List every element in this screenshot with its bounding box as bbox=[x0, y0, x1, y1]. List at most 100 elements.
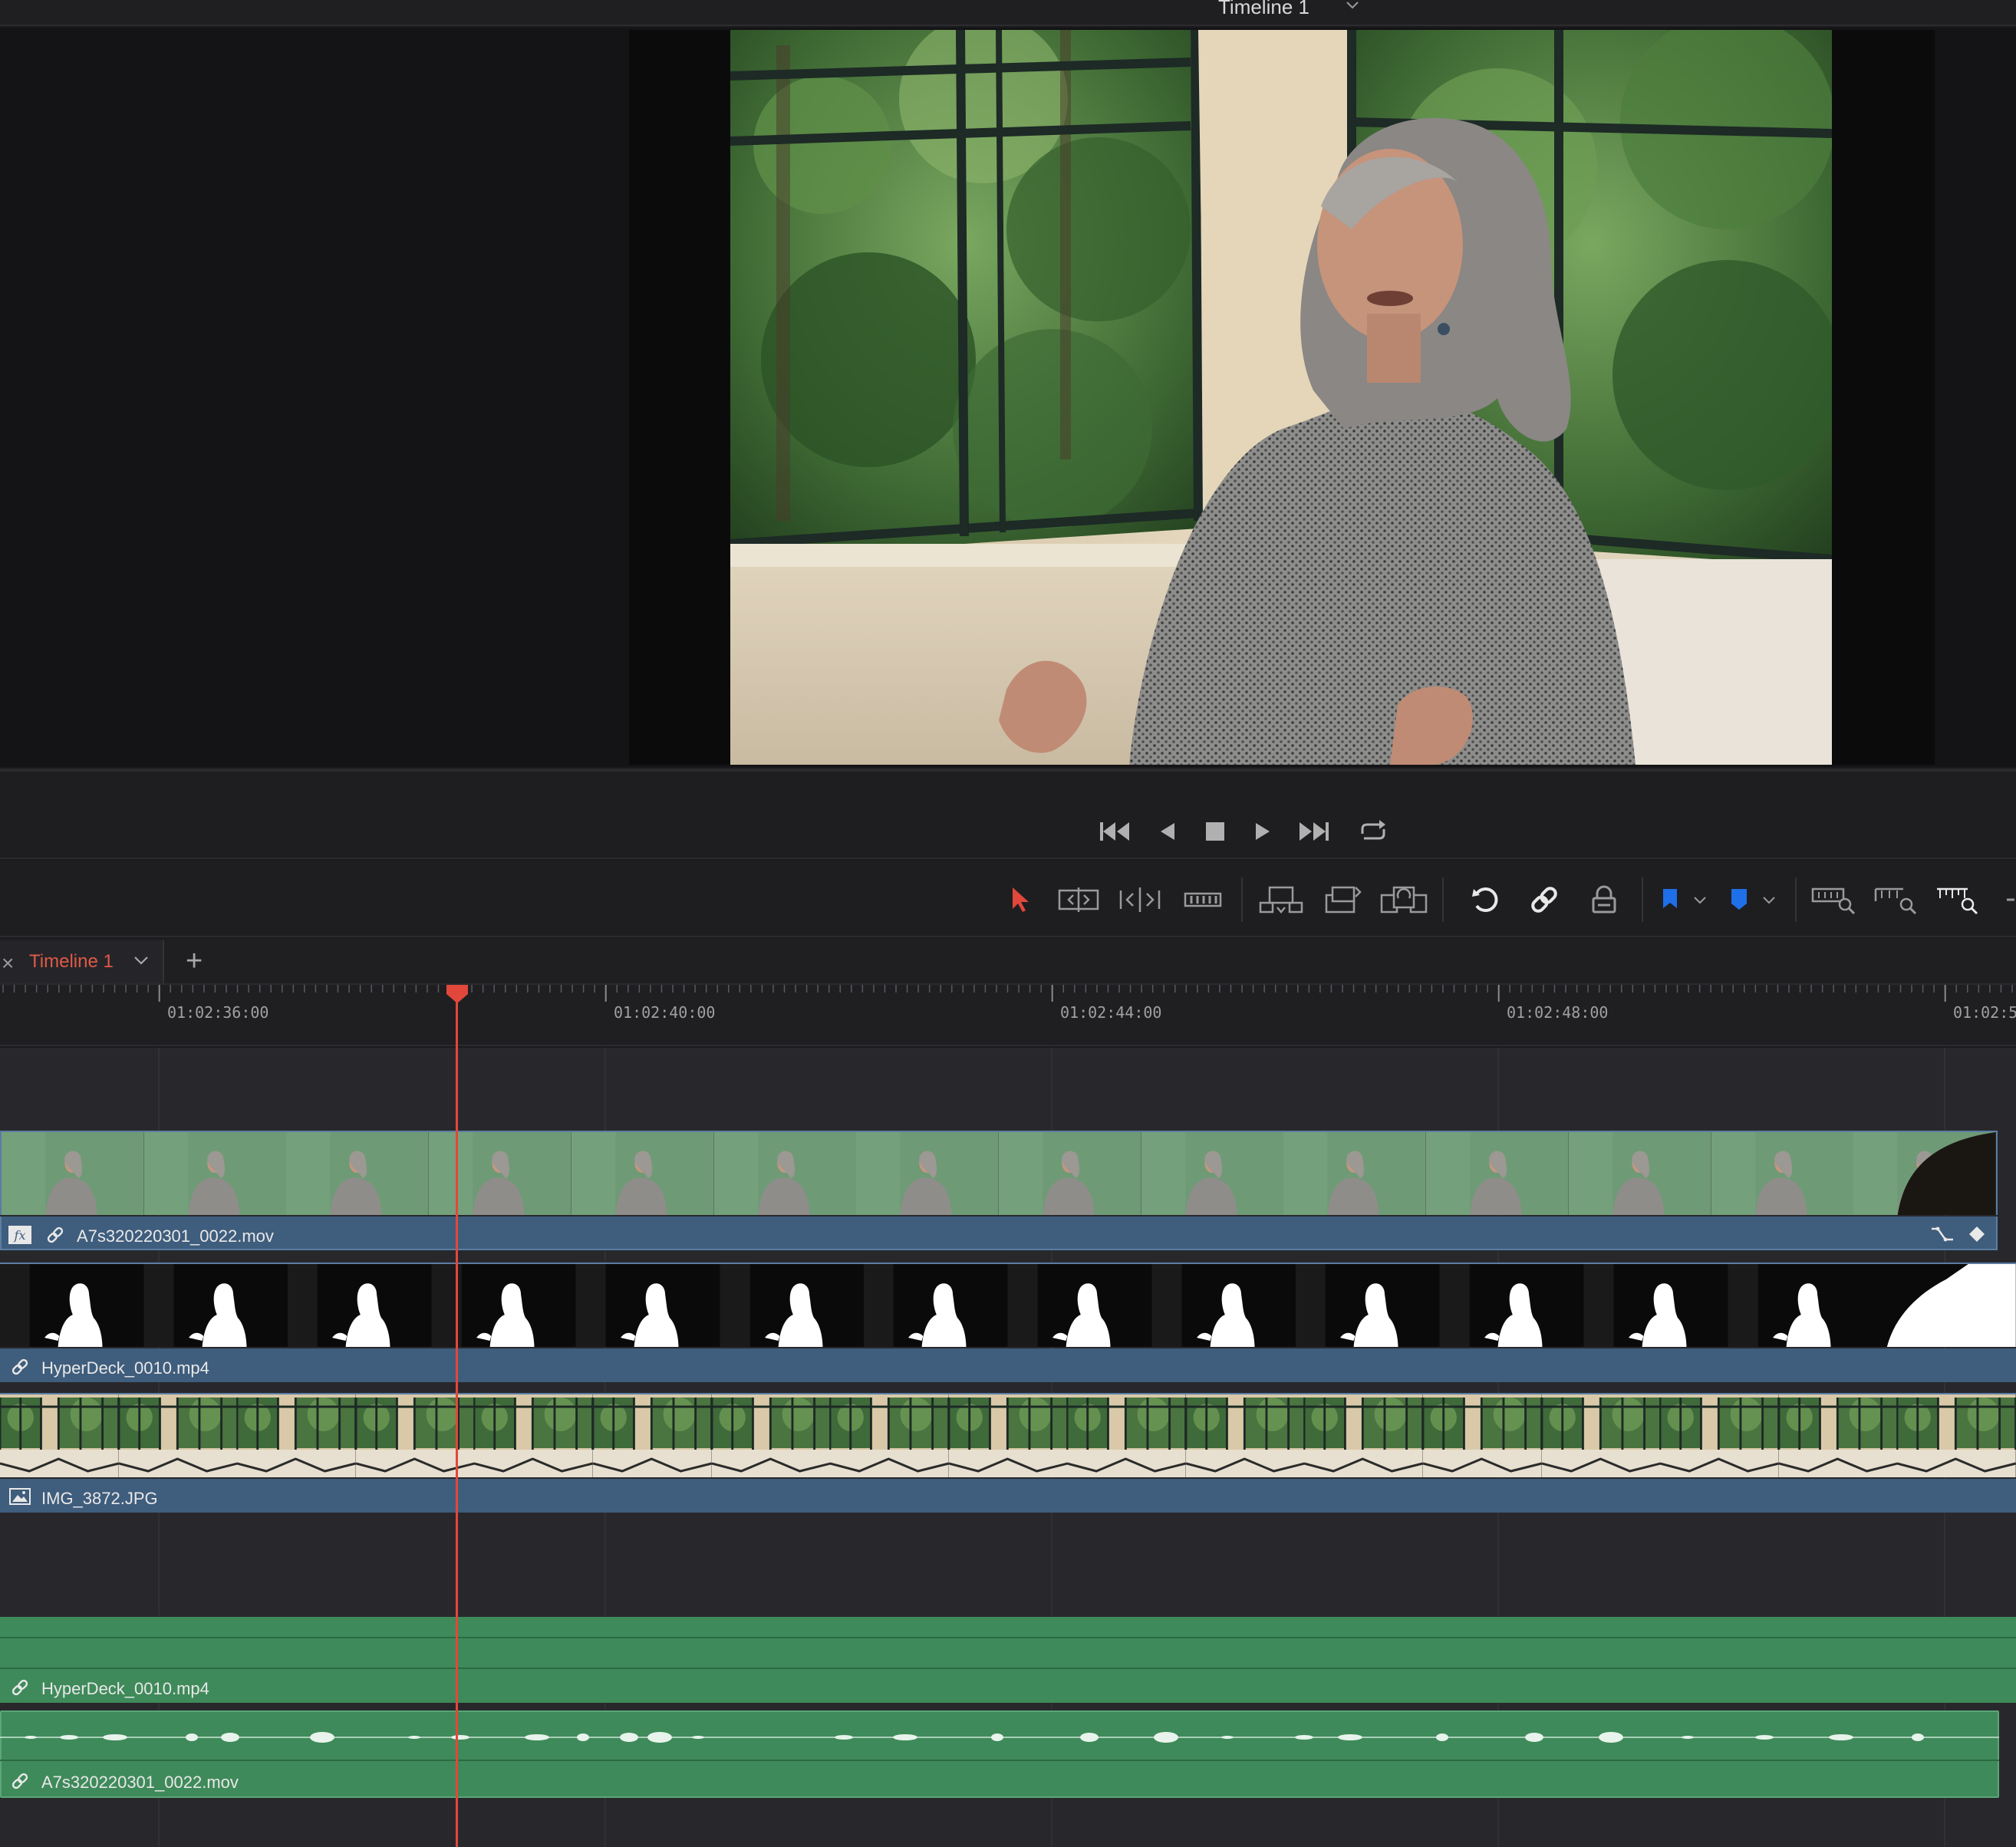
play-button[interactable] bbox=[1246, 818, 1280, 845]
ruler-timecode: 01:02:36:00 bbox=[167, 1003, 269, 1022]
clip-thumbnail bbox=[1897, 1394, 2016, 1477]
chevron-down-icon[interactable] bbox=[132, 951, 150, 970]
marker-color-dropdown[interactable] bbox=[1760, 881, 1778, 919]
audio-waveform bbox=[0, 1732, 1999, 1743]
video-clip-v3-thumbnails[interactable] bbox=[0, 1131, 1998, 1215]
position-lock-toggle[interactable] bbox=[1585, 881, 1623, 919]
clip-thumbnail bbox=[1872, 1264, 2016, 1347]
chevron-down-icon bbox=[1694, 897, 1706, 904]
link-icon bbox=[47, 1226, 64, 1243]
audio-channel-divider bbox=[0, 1760, 1999, 1761]
clip-thumbnail bbox=[1660, 1394, 1779, 1477]
viewer-panel[interactable] bbox=[0, 28, 2016, 767]
video-clip-v3[interactable] bbox=[0, 1217, 1998, 1250]
timecode-ruler[interactable] bbox=[0, 985, 2016, 1046]
jump-to-start-button[interactable] bbox=[1099, 818, 1132, 845]
clip-name: IMG_3872.JPG bbox=[41, 1489, 158, 1508]
replace-clip-button[interactable] bbox=[1379, 881, 1428, 919]
clip-name: A7s320220301_0022.mov bbox=[41, 1773, 239, 1792]
link-icon bbox=[1531, 887, 1557, 913]
audio-channel-divider bbox=[0, 1668, 2016, 1669]
zoom-custom-icon bbox=[1937, 887, 1978, 915]
tab-label[interactable]: Timeline 1 bbox=[29, 951, 114, 973]
flag-color-dropdown[interactable] bbox=[1691, 881, 1709, 919]
clip-thumbnail bbox=[864, 1264, 1008, 1347]
clip-thumbnail bbox=[999, 1132, 1141, 1215]
clip-thumbnail bbox=[1008, 1264, 1152, 1347]
loop-button[interactable] bbox=[1356, 818, 1390, 845]
zoom-out-button[interactable] bbox=[1998, 881, 2016, 919]
clip-thumbnail bbox=[1426, 1132, 1569, 1215]
playhead[interactable] bbox=[456, 989, 458, 1847]
blade-tool-button[interactable] bbox=[1181, 881, 1224, 919]
transport-bar bbox=[0, 772, 2016, 859]
overwrite-clip-icon bbox=[1325, 886, 1362, 914]
play-reverse-button[interactable] bbox=[1151, 818, 1184, 845]
toolbar-separator bbox=[1442, 877, 1444, 922]
svg-text:fx: fx bbox=[14, 1228, 26, 1243]
video-clip-v1[interactable] bbox=[0, 1479, 2016, 1513]
snapping-toggle[interactable] bbox=[1465, 881, 1504, 919]
marker-icon bbox=[1731, 889, 1747, 910]
overwrite-clip-button[interactable] bbox=[1319, 881, 1365, 919]
video-clip-v1-thumbnails[interactable] bbox=[0, 1393, 2016, 1477]
video-frame[interactable] bbox=[629, 30, 1935, 765]
ruler-timecode: 01:02:52:00 bbox=[1953, 1003, 2016, 1022]
flag-button[interactable] bbox=[1659, 881, 1682, 919]
keyframe-icon[interactable] bbox=[1968, 1226, 1985, 1243]
clip-name: HyperDeck_0010.mp4 bbox=[41, 1679, 209, 1698]
trim-edit-tool-button[interactable] bbox=[1056, 881, 1102, 919]
arrow-pointer-icon bbox=[1013, 887, 1029, 912]
stop-button[interactable] bbox=[1198, 818, 1232, 845]
link-icon bbox=[12, 1679, 28, 1696]
insert-clip-icon bbox=[1259, 886, 1303, 914]
flag-icon bbox=[1663, 889, 1677, 908]
selection-tool-button[interactable] bbox=[1005, 881, 1036, 919]
zoom-custom-button[interactable] bbox=[1933, 881, 1981, 919]
skip-forward-icon bbox=[1300, 822, 1329, 841]
link-icon bbox=[12, 1773, 28, 1789]
clip-thumbnail bbox=[1853, 1132, 1996, 1215]
clip-thumbnail bbox=[592, 1394, 712, 1477]
zoom-full-extent-button[interactable] bbox=[1810, 881, 1858, 919]
video-clip-v2-thumbnails[interactable] bbox=[0, 1263, 2016, 1347]
chevron-down-icon[interactable] bbox=[1344, 0, 1361, 14]
stop-icon bbox=[1206, 822, 1224, 841]
timeline-tabs-bar bbox=[0, 939, 2016, 985]
toolbar-separator bbox=[1642, 877, 1643, 922]
play-icon bbox=[1256, 823, 1270, 840]
viewer-timeline-title[interactable]: Timeline 1 bbox=[1218, 0, 1309, 19]
clip-thumbnail bbox=[830, 1394, 949, 1477]
insert-clip-button[interactable] bbox=[1258, 881, 1304, 919]
zoom-detail-button[interactable] bbox=[1872, 881, 1919, 919]
audio-channel-divider bbox=[0, 1637, 2016, 1638]
magnet-icon bbox=[1472, 887, 1498, 912]
audio-clip-a2[interactable] bbox=[0, 1710, 1999, 1798]
ruler-ticks bbox=[2, 985, 2013, 1002]
clip-thumbnail bbox=[1296, 1264, 1441, 1347]
dynamic-trim-tool-button[interactable] bbox=[1117, 881, 1163, 919]
zoom-full-icon bbox=[1811, 887, 1856, 915]
clip-thumbnail bbox=[237, 1394, 356, 1477]
curve-editor-icon[interactable] bbox=[1930, 1224, 1956, 1244]
clip-thumbnail bbox=[720, 1264, 865, 1347]
close-icon[interactable]: × bbox=[2, 951, 14, 976]
video-clip-v2[interactable] bbox=[0, 1348, 2016, 1382]
playhead-handle-icon[interactable] bbox=[445, 983, 469, 1005]
marker-button[interactable] bbox=[1728, 881, 1751, 919]
audio-clip-a1[interactable] bbox=[0, 1617, 2016, 1703]
add-timeline-button[interactable]: + bbox=[186, 945, 203, 978]
clip-thumbnail bbox=[1711, 1132, 1854, 1215]
linked-selection-toggle[interactable] bbox=[1525, 881, 1563, 919]
clip-thumbnail bbox=[1423, 1394, 1542, 1477]
jump-to-end-button[interactable] bbox=[1296, 818, 1330, 845]
loop-icon bbox=[1361, 820, 1385, 840]
clip-thumbnail bbox=[0, 1394, 119, 1477]
ruler-timecode: 01:02:48:00 bbox=[1507, 1003, 1609, 1022]
trim-icon bbox=[1058, 887, 1099, 912]
clip-thumbnail bbox=[571, 1132, 714, 1215]
clip-thumbnail bbox=[1304, 1394, 1424, 1477]
ruler-timecode: 01:02:40:00 bbox=[614, 1003, 716, 1022]
image-icon bbox=[9, 1488, 31, 1505]
skip-back-icon bbox=[1100, 822, 1129, 841]
